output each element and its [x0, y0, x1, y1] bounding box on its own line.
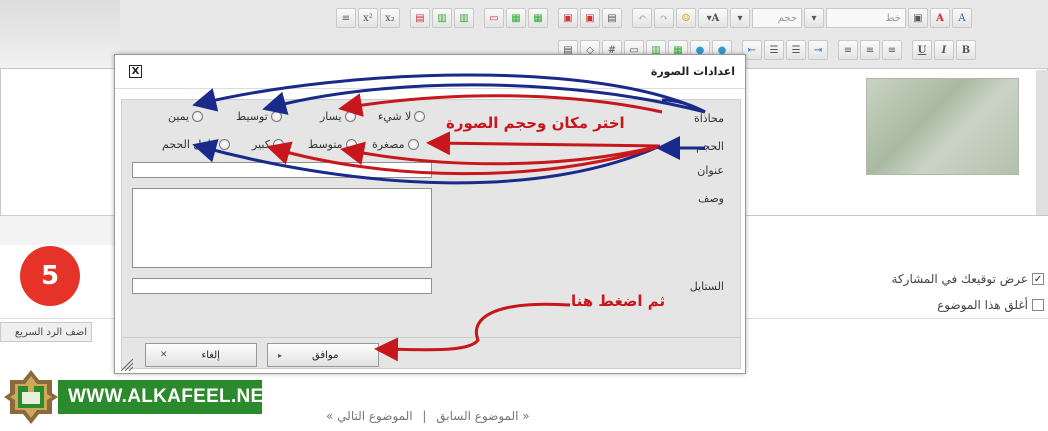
- dialog-header: X اعدادات الصورة: [115, 55, 745, 89]
- then-press-here-annotation: ثم اضغط هنا: [571, 292, 666, 310]
- align-left-label: يسار: [320, 110, 342, 123]
- description-textarea[interactable]: [132, 188, 432, 268]
- align-right-option[interactable]: يمين: [168, 110, 204, 123]
- logo-text: WWW.ALKAFEEL.NET: [58, 380, 275, 414]
- align-center-radio[interactable]: [270, 111, 282, 122]
- clean-icon[interactable]: ▣: [908, 8, 928, 28]
- editor-left-pane: [0, 0, 120, 70]
- alkafeel-logo: WWW.ALKAFEEL.NET: [0, 368, 275, 426]
- editor-scrollbar[interactable]: [1036, 70, 1048, 215]
- font-select[interactable]: خط: [826, 8, 906, 28]
- font-dropdown-icon[interactable]: ▾: [804, 8, 824, 28]
- align-none-radio[interactable]: [414, 111, 426, 122]
- left-pane-footer: [0, 215, 120, 245]
- close-topic-option[interactable]: أغلق هذا الموضوع: [937, 298, 1044, 312]
- size-thumb-option[interactable]: مصغرة: [372, 138, 419, 151]
- align-left-icon[interactable]: ≡: [838, 40, 858, 60]
- size-thumb-radio[interactable]: [407, 139, 419, 150]
- signature-label: عرض توقيعك في المشاركة: [891, 272, 1029, 286]
- align-right-label: يمين: [168, 110, 190, 123]
- text-size-icon[interactable]: A: [952, 8, 972, 28]
- italic-icon[interactable]: I: [934, 40, 954, 60]
- unordered-list-icon[interactable]: ☰: [786, 40, 806, 60]
- text-color-icon[interactable]: ▾A: [698, 8, 728, 28]
- size-thumb-label: مصغرة: [372, 138, 405, 151]
- align-none-option[interactable]: لا شيء: [378, 110, 426, 123]
- align-left-radio[interactable]: [344, 111, 356, 122]
- title-input[interactable]: [132, 162, 432, 178]
- align-center-option[interactable]: توسيط: [236, 110, 282, 123]
- nav-separator: |: [422, 409, 427, 423]
- close-icon[interactable]: X: [129, 65, 142, 78]
- title-label: عنوان: [697, 164, 724, 177]
- quick-reply-button[interactable]: اضف الرد السريع: [0, 322, 92, 342]
- paste-icon[interactable]: ▣: [558, 8, 578, 28]
- align-left-option[interactable]: يسار: [320, 110, 356, 123]
- dialog-footer: ▸ موافق ✕ إلغاء: [121, 337, 741, 369]
- align-right-icon[interactable]: ≡: [882, 40, 902, 60]
- font-size-select[interactable]: حجم: [752, 8, 802, 28]
- resize-handle-icon[interactable]: [121, 359, 133, 371]
- style-input[interactable]: [132, 278, 432, 294]
- size-large-option[interactable]: كبير: [252, 138, 284, 151]
- logo-emblem-icon: [4, 370, 58, 424]
- size-medium-radio[interactable]: [345, 139, 357, 150]
- cancel-button[interactable]: ✕ إلغاء: [145, 343, 257, 367]
- dialog-title: اعدادات الصورة: [650, 65, 735, 78]
- ok-label: موافق: [312, 349, 339, 361]
- dialog-body: محاذاة الحجم عنوان وصف الستايل لا شيء يس…: [121, 99, 741, 369]
- table-col-icon[interactable]: ▥: [454, 8, 474, 28]
- underline-icon[interactable]: U: [912, 40, 932, 60]
- topic-navigation: « الموضوع السابق | الموضوع التالي »: [326, 409, 530, 423]
- signature-option[interactable]: ✓ عرض توقيعك في المشاركة: [891, 272, 1044, 286]
- size-medium-option[interactable]: متوسط: [308, 138, 357, 151]
- insert-hr-icon[interactable]: ▭: [484, 8, 504, 28]
- insert-image-icon[interactable]: ▦: [506, 8, 526, 28]
- ok-arrow-icon: ▸: [278, 350, 283, 360]
- toolbar-row-1: ≡ x² x₂ ▤ ▥ ▥ ▭ ▦ ▦ ▣ ▣ ▤ ↶ ↷ ☺ ▾A ▾ حجم…: [336, 6, 972, 30]
- smiley-icon[interactable]: ☺: [676, 8, 696, 28]
- align-center-icon[interactable]: ≡: [860, 40, 880, 60]
- style-label: الستايل: [689, 280, 724, 293]
- superscript-icon[interactable]: x²: [358, 8, 378, 28]
- insert-table-icon[interactable]: ▤: [410, 8, 430, 28]
- redo-icon[interactable]: ↷: [654, 8, 674, 28]
- align-right-radio[interactable]: [192, 111, 204, 122]
- undo-icon[interactable]: ↶: [632, 8, 652, 28]
- size-full-option[interactable]: كامل الحجم: [162, 138, 231, 151]
- prev-topic-link[interactable]: « الموضوع السابق: [436, 409, 529, 423]
- step-number-badge: 5: [20, 246, 80, 306]
- cancel-label: إلغاء: [201, 349, 220, 361]
- paste-word-icon[interactable]: ▤: [602, 8, 622, 28]
- ok-button[interactable]: ▸ موافق: [267, 343, 379, 367]
- close-topic-checkbox[interactable]: [1032, 299, 1044, 311]
- font-size-dropdown-icon[interactable]: ▾: [730, 8, 750, 28]
- size-full-label: كامل الحجم: [162, 138, 217, 151]
- size-full-radio[interactable]: [219, 139, 231, 150]
- description-label: وصف: [697, 192, 724, 205]
- choose-position-size-annotation: اختر مكان وحجم الصورة: [446, 114, 625, 132]
- signature-checkbox[interactable]: ✓: [1032, 273, 1044, 285]
- image-settings-dialog: X اعدادات الصورة محاذاة الحجم عنوان وصف …: [114, 54, 746, 374]
- align-none-label: لا شيء: [378, 110, 412, 123]
- strike-icon[interactable]: A: [930, 8, 950, 28]
- table-row-icon[interactable]: ▥: [432, 8, 452, 28]
- close-topic-label: أغلق هذا الموضوع: [937, 298, 1028, 312]
- cancel-x-icon: ✕: [160, 350, 168, 360]
- align-center-label: توسيط: [236, 110, 268, 123]
- inserted-image[interactable]: [866, 78, 1019, 175]
- ordered-list-icon[interactable]: ☰: [764, 40, 784, 60]
- insert-flash-icon[interactable]: ▦: [528, 8, 548, 28]
- align-label: محاذاة: [693, 112, 724, 125]
- size-large-label: كبير: [252, 138, 270, 151]
- next-topic-link[interactable]: الموضوع التالي »: [326, 409, 413, 423]
- paste-text-icon[interactable]: ▣: [580, 8, 600, 28]
- bold-icon[interactable]: B: [956, 40, 976, 60]
- size-large-radio[interactable]: [272, 139, 284, 150]
- subscript-icon[interactable]: x₂: [380, 8, 400, 28]
- size-label: الحجم: [696, 140, 724, 153]
- outdent-icon[interactable]: ⇥: [808, 40, 828, 60]
- remove-format-icon[interactable]: ≡: [336, 8, 356, 28]
- size-medium-label: متوسط: [308, 138, 343, 151]
